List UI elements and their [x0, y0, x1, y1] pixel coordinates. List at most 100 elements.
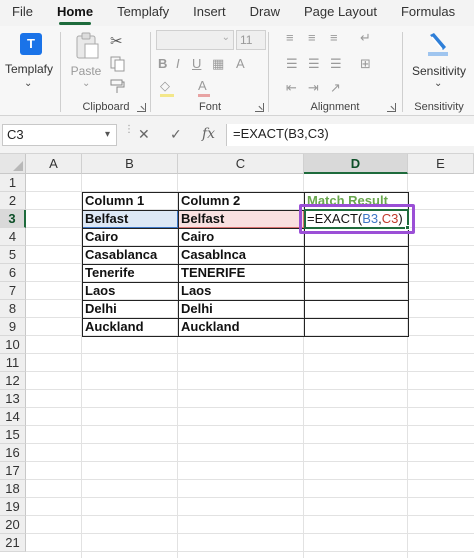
row-header-2[interactable]: 2 [0, 192, 26, 210]
border-icon[interactable]: ▦ [212, 56, 224, 72]
font-name-dropdown[interactable]: ⌄ [156, 30, 234, 50]
table-cell[interactable]: Auckland [82, 318, 178, 336]
table-cell[interactable]: Casablnca [178, 246, 304, 264]
chevron-down-icon[interactable]: ⌄ [82, 78, 90, 89]
templafy-icon[interactable]: T [20, 33, 42, 55]
table-border [178, 192, 179, 337]
row-header-14[interactable]: 14 [0, 408, 26, 426]
table-cell[interactable]: TENERIFE [178, 264, 304, 282]
paste-button-label[interactable]: Paste [66, 64, 106, 78]
tab-templafy[interactable]: Templafy [105, 0, 181, 26]
row-header-8[interactable]: 8 [0, 300, 26, 318]
row-header-12[interactable]: 12 [0, 372, 26, 390]
paste-icon[interactable] [74, 32, 100, 65]
row-header-6[interactable]: 6 [0, 264, 26, 282]
underline-button[interactable]: U [192, 56, 201, 72]
decrease-indent-icon[interactable]: ⇤ [286, 80, 297, 96]
tab-page-layout[interactable]: Page Layout [292, 0, 389, 26]
align-right-icon[interactable]: ☰ [330, 56, 342, 72]
table-cell[interactable]: Cairo [82, 228, 178, 246]
align-center-icon[interactable]: ☰ [308, 56, 320, 72]
table-cell[interactable]: Delhi [82, 300, 178, 318]
tab-file[interactable]: File [0, 0, 45, 26]
table-cell[interactable]: Cairo [178, 228, 304, 246]
select-all-button[interactable] [0, 154, 26, 174]
table-border [82, 192, 409, 193]
tab-insert[interactable]: Insert [181, 0, 238, 26]
chevron-down-icon[interactable]: ⌄ [24, 78, 32, 89]
table-cell[interactable]: Delhi [178, 300, 304, 318]
row-header-15[interactable]: 15 [0, 426, 26, 444]
row-header-20[interactable]: 20 [0, 516, 26, 534]
row-header-10[interactable]: 10 [0, 336, 26, 354]
cancel-icon[interactable]: ✕ [138, 126, 150, 143]
sensitivity-button-label[interactable]: Sensitivity [404, 64, 474, 78]
column-header-a[interactable]: A [26, 154, 82, 174]
row-header-9[interactable]: 9 [0, 318, 26, 336]
alignment-group: ≡ ≡ ≡ ↵ ☰ ☰ ☰ ⊞ ⇤ ⇥ ↗ Alignment [270, 26, 400, 116]
row-header-17[interactable]: 17 [0, 462, 26, 480]
tab-home[interactable]: Home [45, 0, 105, 26]
table-header-cell[interactable]: Column 2 [178, 192, 304, 210]
font-size-dropdown[interactable]: 11 [236, 30, 266, 50]
wrap-text-icon[interactable]: ↵ [360, 30, 371, 46]
italic-button[interactable]: I [176, 56, 180, 72]
tab-formulas[interactable]: Formulas [389, 0, 467, 26]
row-header-19[interactable]: 19 [0, 498, 26, 516]
row-header-13[interactable]: 13 [0, 390, 26, 408]
enter-icon[interactable]: ✓ [170, 126, 182, 143]
column-header-e[interactable]: E [408, 154, 474, 174]
column-header-b[interactable]: B [82, 154, 178, 174]
row-header-18[interactable]: 18 [0, 480, 26, 498]
table-cell[interactable]: Casablanca [82, 246, 178, 264]
table-cell[interactable]: Belfast [82, 210, 178, 228]
row-header-1[interactable]: 1 [0, 174, 26, 192]
ribbon: T Templafy ⌄ Paste ⌄ ✂ Clipboard ⌄ 11 B … [0, 26, 474, 116]
dialog-launcher-icon[interactable] [255, 103, 264, 112]
column-header-c[interactable]: C [178, 154, 304, 174]
row-header-3[interactable]: 3 [0, 210, 26, 228]
increase-indent-icon[interactable]: ⇥ [308, 80, 319, 96]
formula-input[interactable]: =EXACT(B3,C3) [226, 124, 474, 146]
align-bottom-icon[interactable]: ≡ [330, 30, 338, 46]
row-header-4[interactable]: 4 [0, 228, 26, 246]
font-color-icon[interactable]: A [198, 78, 207, 94]
orientation-icon[interactable]: ↗ [330, 80, 341, 96]
table-cell[interactable]: Belfast [178, 210, 304, 228]
row-header-21[interactable]: 21 [0, 534, 26, 552]
table-border [82, 336, 409, 337]
table-cell[interactable]: Auckland [178, 318, 304, 336]
row-header-11[interactable]: 11 [0, 354, 26, 372]
bold-button[interactable]: B [158, 56, 167, 72]
dialog-launcher-icon[interactable] [387, 103, 396, 112]
row-header-5[interactable]: 5 [0, 246, 26, 264]
function-icon[interactable]: fx [202, 126, 215, 142]
align-left-icon[interactable]: ☰ [286, 56, 298, 72]
align-top-icon[interactable]: ≡ [286, 30, 294, 46]
table-cell[interactable]: Tenerife [82, 264, 178, 282]
table-cell[interactable]: Laos [178, 282, 304, 300]
table-cell[interactable]: Laos [82, 282, 178, 300]
fill-color-swatch [160, 94, 174, 97]
table-header-cell[interactable]: Column 1 [82, 192, 178, 210]
font-grow-icon[interactable]: A [236, 56, 245, 72]
row-header-16[interactable]: 16 [0, 444, 26, 462]
templafy-group: T Templafy ⌄ [0, 26, 58, 116]
ribbon-tabs: File Home Templafy Insert Draw Page Layout For… [0, 0, 474, 26]
merge-center-icon[interactable]: ⊞ [360, 56, 371, 72]
chevron-down-icon[interactable]: ⌄ [434, 78, 442, 89]
format-painter-icon[interactable] [110, 78, 126, 99]
align-middle-icon[interactable]: ≡ [308, 30, 316, 46]
sensitivity-icon[interactable] [426, 32, 450, 63]
chevron-down-icon[interactable]: ▾ [105, 125, 110, 145]
templafy-button-label[interactable]: Templafy [0, 62, 58, 76]
cut-icon[interactable]: ✂ [110, 32, 123, 50]
fill-color-icon[interactable]: ◇ [160, 78, 170, 94]
column-header-d[interactable]: D [304, 154, 408, 174]
copy-icon[interactable] [110, 56, 126, 77]
tab-draw[interactable]: Draw [238, 0, 292, 26]
name-box[interactable]: C3 ▾ [2, 124, 117, 146]
worksheet-grid[interactable]: A B C D E 1 2 3 4 5 6 7 8 9 10 11 12 13 14 15 16 17 18 19 20 21 Co… [0, 154, 474, 558]
dialog-launcher-icon[interactable] [137, 103, 146, 112]
row-header-7[interactable]: 7 [0, 282, 26, 300]
